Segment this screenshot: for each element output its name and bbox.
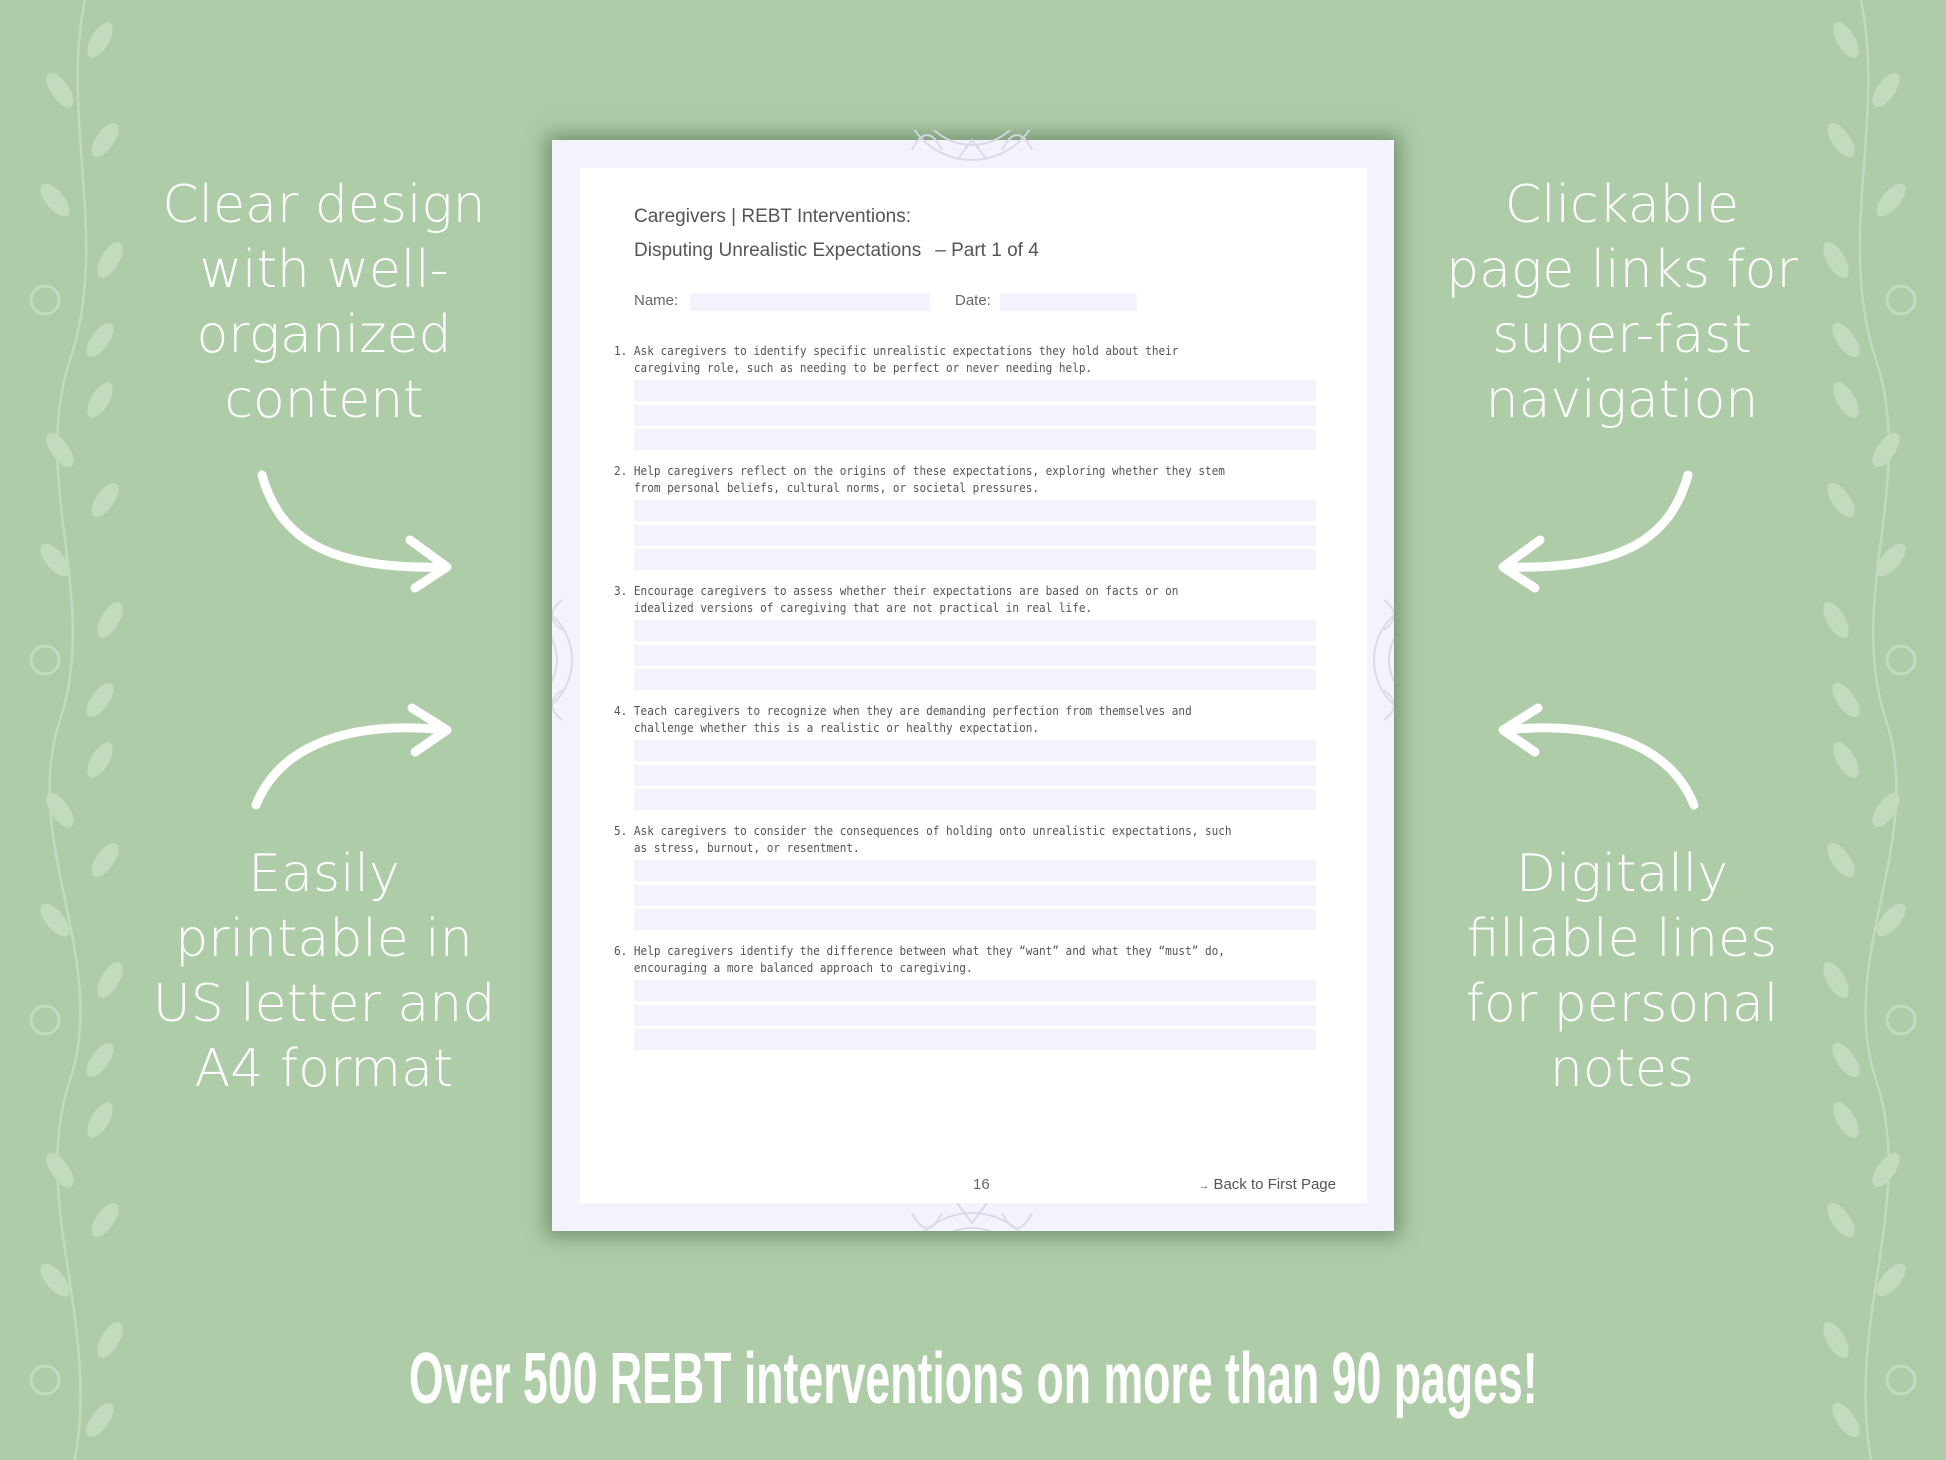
answer-line-field[interactable]: [634, 980, 1316, 1001]
date-field[interactable]: [1000, 293, 1137, 311]
worksheet-title: Caregivers | REBT Interventions:: [634, 206, 912, 227]
feature-line: with well-: [199, 240, 449, 300]
feature-line: fillable lines: [1466, 909, 1778, 969]
feature-clear-design: Clear design with well- organized conten…: [124, 173, 524, 433]
answer-line-field[interactable]: [634, 380, 1316, 401]
mandala-right-decoration: [1373, 599, 1394, 721]
curved-arrow-left-up-icon: [1498, 703, 1699, 810]
answer-line-field[interactable]: [634, 524, 1316, 546]
name-field[interactable]: [690, 293, 930, 311]
worksheet-item-text: 4. Teach caregivers to recognize when th…: [614, 704, 1192, 735]
feature-line: notes: [1549, 1039, 1695, 1099]
date-label: Date:: [955, 292, 991, 309]
worksheet-subtitle: Disputing Unrealistic Expectations – Part…: [634, 240, 1039, 262]
feature-line: Digitally: [1515, 844, 1729, 904]
answer-line-field[interactable]: [634, 620, 1316, 641]
feature-line: printable in: [175, 909, 473, 969]
back-to-first-page-link[interactable]: → Back to First Page: [1198, 1176, 1336, 1193]
worksheet-topic: Disputing Unrealistic Expectations: [634, 240, 922, 261]
promo-banner: Over 500 REBT interventions on more than…: [0, 1334, 1946, 1424]
answer-line-field[interactable]: [634, 644, 1316, 666]
feature-line: Clickable: [1504, 175, 1740, 235]
feature-fillable-lines: Digitally fillable lines for personal no…: [1422, 842, 1822, 1102]
worksheet-item-text: 3. Encourage caregivers to assess whethe…: [614, 584, 1179, 615]
answer-line-field[interactable]: [634, 549, 1316, 570]
mandala-bottom-decoration: [911, 1203, 1033, 1231]
answer-line-field[interactable]: [634, 740, 1316, 761]
arrow-right-icon: →: [1198, 1180, 1210, 1192]
feature-clickable-links: Clickable page links for super-fast navi…: [1422, 173, 1822, 433]
feature-line: organized: [196, 305, 452, 365]
answer-line-field[interactable]: [634, 1004, 1316, 1026]
curved-arrow-right-down-icon: [257, 470, 452, 593]
answer-line-field[interactable]: [634, 1029, 1316, 1050]
mandala-left-decoration: [552, 599, 573, 721]
answer-line-field[interactable]: [634, 429, 1316, 450]
feature-line: Clear design: [162, 175, 486, 235]
feature-line: Easily: [248, 844, 400, 904]
feature-line: super-fast: [1492, 305, 1752, 365]
back-link-label: Back to First Page: [1213, 1176, 1336, 1193]
worksheet-content: Caregivers | REBT Interventions: Disputi…: [580, 168, 1367, 1203]
mandala-top-decoration: [911, 130, 1033, 161]
feature-printable: Easily printable in US letter and A4 for…: [124, 842, 524, 1102]
page-number: 16: [973, 1176, 990, 1193]
worksheet-part: – Part 1 of 4: [935, 240, 1039, 261]
curved-arrow-left-down-icon: [1498, 470, 1693, 593]
answer-line-field[interactable]: [634, 669, 1316, 690]
answer-line-field[interactable]: [634, 860, 1316, 881]
answer-line-field[interactable]: [634, 500, 1316, 521]
promo-banner-text: Over 500 REBT interventions on more than…: [408, 1339, 1538, 1419]
worksheet-item-text: 1. Ask caregivers to identify specific u…: [614, 344, 1179, 375]
worksheet-item-text: 2. Help caregivers reflect on the origin…: [614, 464, 1225, 495]
worksheet-item-text: 5. Ask caregivers to consider the conseq…: [614, 824, 1232, 855]
feature-line: US letter and: [152, 974, 496, 1034]
answer-line-field[interactable]: [634, 909, 1316, 930]
worksheet-item-text: 6. Help caregivers identify the differen…: [614, 944, 1225, 975]
feature-line: navigation: [1485, 370, 1759, 430]
feature-line: content: [224, 370, 424, 430]
worksheet-page: Caregivers | REBT Interventions: Disputi…: [552, 130, 1394, 1231]
curved-arrow-right-up-icon: [251, 703, 452, 810]
feature-line: for personal: [1465, 974, 1779, 1034]
feature-line: A4 format: [194, 1039, 454, 1099]
answer-line-field[interactable]: [634, 884, 1316, 906]
name-label: Name:: [634, 292, 679, 309]
answer-line-field[interactable]: [634, 404, 1316, 426]
answer-line-field[interactable]: [634, 764, 1316, 786]
feature-line: page links for: [1446, 240, 1798, 300]
answer-line-field[interactable]: [634, 789, 1316, 810]
